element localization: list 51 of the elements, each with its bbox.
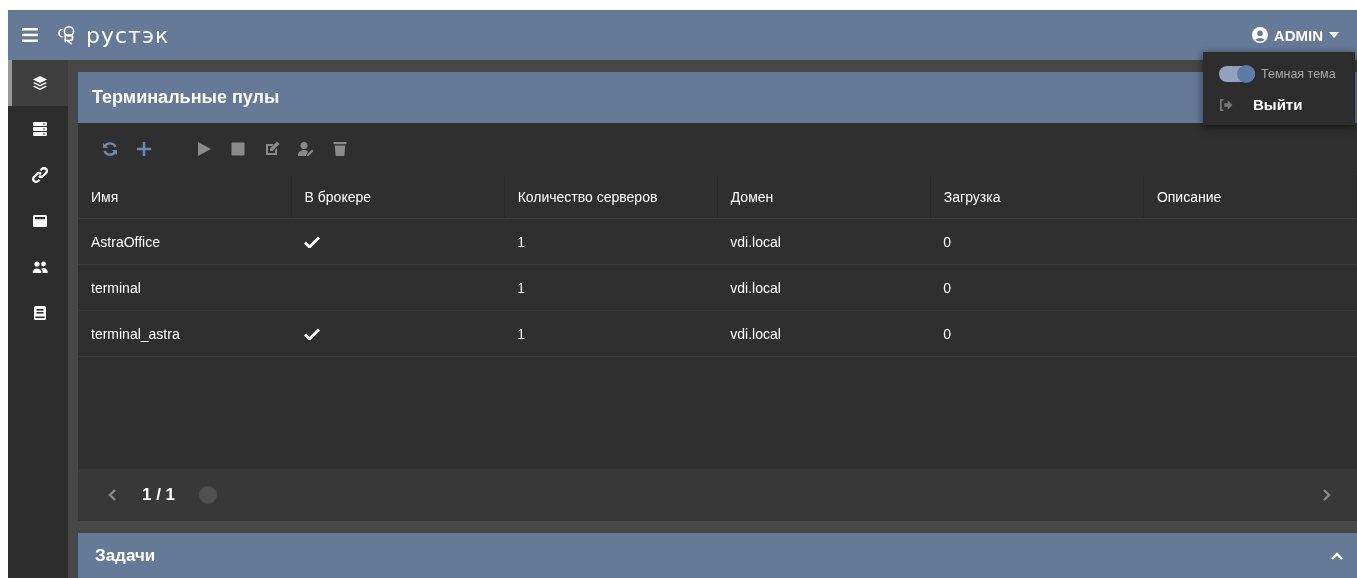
- user-edit-icon: [298, 141, 314, 157]
- table-cell: 0: [930, 218, 1144, 265]
- loading-indicator: [199, 486, 218, 504]
- logout-button[interactable]: Выйти: [1203, 86, 1303, 113]
- column-header[interactable]: Количество серверов: [504, 175, 718, 219]
- table-cell: 0: [930, 264, 1144, 311]
- user-icon: [1251, 27, 1268, 43]
- users-icon: [32, 259, 48, 275]
- plus-button[interactable]: [134, 139, 154, 159]
- table-cell: 1: [504, 310, 718, 357]
- logo-text: рустэк: [86, 22, 170, 48]
- play-icon: [196, 141, 212, 157]
- column-header[interactable]: Загрузка: [930, 175, 1144, 219]
- column-header[interactable]: В брокере: [291, 175, 505, 219]
- page-indicator: 1 / 1: [142, 485, 176, 505]
- server-icon: [32, 121, 48, 137]
- edit-icon: [264, 141, 280, 157]
- table-cell: AstraOffice: [78, 218, 292, 265]
- book-icon: [32, 305, 48, 321]
- link-icon: [32, 167, 48, 183]
- stop-icon: [230, 141, 246, 157]
- sign-out-icon: [1219, 98, 1233, 111]
- table-cell: vdi.local: [717, 310, 931, 357]
- table-cell: vdi.local: [717, 218, 931, 265]
- layers-icon: [32, 75, 48, 91]
- table-cell: 0: [930, 310, 1144, 357]
- column-header[interactable]: Домен: [717, 175, 931, 219]
- chevron-right-icon: [1323, 489, 1331, 501]
- window-icon: [32, 213, 48, 229]
- refresh-button[interactable]: [100, 139, 120, 159]
- previous-page-button[interactable]: [106, 487, 118, 503]
- user-menu-button[interactable]: ADMIN: [1247, 22, 1343, 48]
- trash-icon: [332, 141, 348, 157]
- table-cell: 1: [504, 218, 718, 265]
- sidebar-item[interactable]: [8, 60, 68, 106]
- chevron-up-icon: [1331, 551, 1343, 560]
- plus-icon: [136, 141, 152, 157]
- tasks-title: Задачи: [95, 545, 156, 566]
- toggle-label: Темная тема: [1261, 67, 1336, 81]
- table-cell: terminal: [78, 264, 292, 311]
- table-cell: terminal_astra: [78, 310, 292, 357]
- table-cell: 1: [504, 264, 718, 311]
- chevron-left-icon: [108, 489, 116, 501]
- column-header[interactable]: Имя: [78, 175, 292, 219]
- theme-toggle[interactable]: [1219, 66, 1255, 82]
- menu-icon[interactable]: [22, 28, 38, 42]
- next-page-button[interactable]: [1321, 487, 1333, 503]
- caret-down-icon: [1329, 32, 1339, 38]
- table-cell: vdi.local: [717, 264, 931, 311]
- refresh-icon: [102, 141, 118, 157]
- column-header[interactable]: Описание: [1143, 175, 1357, 219]
